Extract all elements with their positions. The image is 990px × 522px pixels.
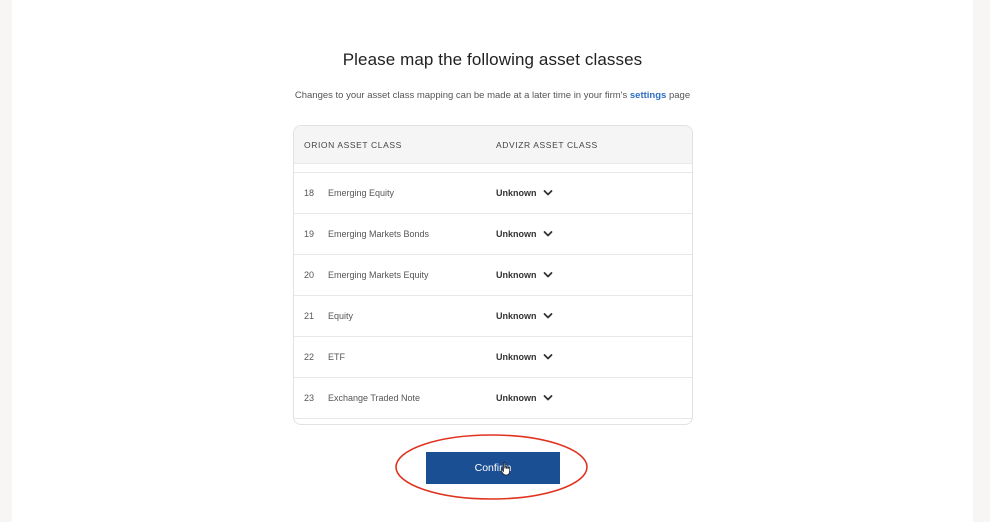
chevron-down-icon xyxy=(543,313,552,319)
chevron-down-icon xyxy=(543,354,552,360)
table-row: 18 Emerging Equity Unknown xyxy=(294,173,692,214)
advizr-asset-class-dropdown[interactable]: Unknown xyxy=(496,225,555,243)
advizr-asset-class-dropdown[interactable]: Unknown xyxy=(496,266,555,284)
settings-link[interactable]: settings xyxy=(630,90,666,101)
chevron-down-icon xyxy=(543,272,552,278)
chevron-down-icon xyxy=(543,231,552,237)
dropdown-value: Unknown xyxy=(496,270,537,280)
row-number: 20 xyxy=(304,270,315,280)
dropdown-value: Unknown xyxy=(496,352,537,362)
content-panel: Please map the following asset classes C… xyxy=(12,0,973,522)
column-header-orion: ORION ASSET CLASS xyxy=(304,140,402,150)
subtitle-text: Changes to your asset class mapping can … xyxy=(294,90,628,101)
table-row: 23 Exchange Traded Note Unknown xyxy=(294,378,692,419)
page-subtitle: Changes to your asset class mapping can … xyxy=(12,90,973,101)
row-number: 21 xyxy=(304,311,315,321)
row-number: 23 xyxy=(304,393,315,403)
orion-asset-class: Emerging Markets Bonds xyxy=(328,229,430,239)
column-header-advizr: ADVIZR ASSET CLASS xyxy=(496,140,598,150)
table-row: 22 ETF Unknown xyxy=(294,337,692,378)
advizr-asset-class-dropdown[interactable]: Unknown xyxy=(496,389,555,407)
confirm-button[interactable]: Confirm xyxy=(426,452,560,484)
chevron-down-icon xyxy=(543,190,552,196)
orion-asset-class: Equity xyxy=(328,311,354,321)
orion-asset-class: Emerging Equity xyxy=(328,188,395,198)
page-title: Please map the following asset classes xyxy=(342,50,643,69)
table-row: 19 Emerging Markets Bonds Unknown xyxy=(294,214,692,255)
row-number: 18 xyxy=(304,188,315,198)
advizr-asset-class-dropdown[interactable]: Unknown xyxy=(496,184,555,202)
table-row: 21 Equity Unknown xyxy=(294,296,692,337)
asset-class-mapping-table: ORION ASSET CLASS ADVIZR ASSET CLASS 18 … xyxy=(293,125,693,425)
subtitle-suffix: page xyxy=(668,90,691,101)
chevron-down-icon xyxy=(543,395,552,401)
dropdown-value: Unknown xyxy=(496,311,537,321)
table-row: 20 Emerging Markets Equity Unknown xyxy=(294,255,692,296)
row-number: 22 xyxy=(304,352,315,362)
table-scroll-spacer xyxy=(294,164,692,173)
row-number: 19 xyxy=(304,229,315,239)
advizr-asset-class-dropdown[interactable]: Unknown xyxy=(496,348,555,366)
dropdown-value: Unknown xyxy=(496,393,537,403)
table-header: ORION ASSET CLASS ADVIZR ASSET CLASS xyxy=(294,126,692,164)
orion-asset-class: ETF xyxy=(328,352,345,362)
orion-asset-class: Exchange Traded Note xyxy=(328,393,421,403)
advizr-asset-class-dropdown[interactable]: Unknown xyxy=(496,307,555,325)
dropdown-value: Unknown xyxy=(496,229,537,239)
orion-asset-class: Emerging Markets Equity xyxy=(328,270,429,280)
dropdown-value: Unknown xyxy=(496,188,537,198)
